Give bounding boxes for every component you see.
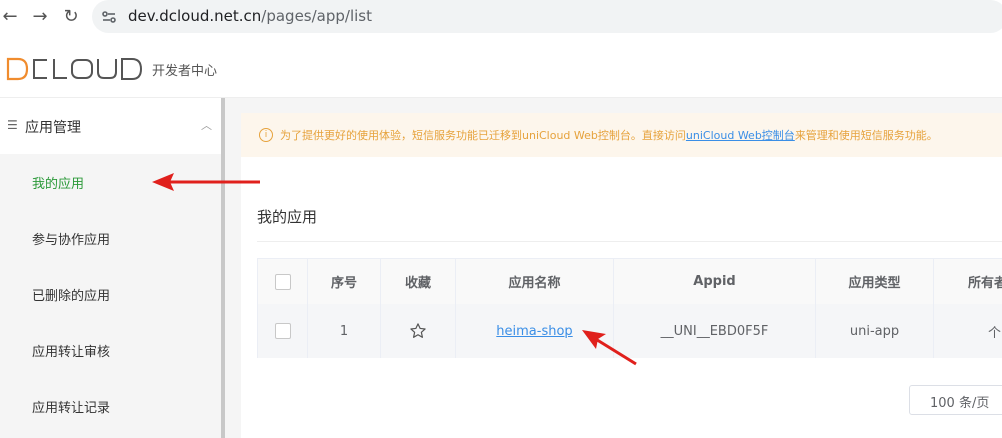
notice-text: 为了提供更好的使用体验，短信服务功能已迁移到uniCloud Web控制台。直接…	[280, 127, 938, 143]
sidebar-item-label: 应用转让审核	[32, 345, 111, 360]
sidebar-item-transfer-records[interactable]: 应用转让记录	[0, 378, 221, 434]
table-row: 1 heima-shop __UNI__EBD0F5F uni-app 个	[258, 304, 1002, 358]
reload-icon[interactable]: ↻	[61, 7, 81, 27]
apps-table: 序号 收藏 应用名称 Appid 应用类型 所有者 1 heima-shop _…	[257, 258, 1002, 358]
header-app-name: 应用名称	[456, 259, 614, 304]
row-checkbox[interactable]	[274, 323, 291, 339]
unicloud-console-link[interactable]: uniCloud Web控制台	[686, 129, 795, 142]
row-appid: __UNI__EBD0F5F	[614, 304, 816, 358]
row-owner: 个	[988, 325, 1002, 341]
sidebar-item-deleted-apps[interactable]: 已删除的应用	[0, 266, 221, 322]
sidebar-submenu: 我的应用 参与协作应用 已删除的应用 应用转让审核 应用转让记录	[0, 154, 221, 438]
forward-icon[interactable]: →	[30, 7, 50, 27]
back-icon[interactable]: ←	[0, 7, 20, 27]
site-info-icon[interactable]	[100, 8, 118, 26]
row-app-name-cell: heima-shop	[456, 304, 614, 358]
row-select-cell	[258, 304, 308, 358]
divider	[257, 241, 1002, 242]
header-owner: 所有者	[968, 276, 1002, 291]
sidebar-item-collab-apps[interactable]: 参与协作应用	[0, 210, 221, 266]
sidebar-item-label: 我的应用	[32, 177, 85, 192]
app-name-link[interactable]: heima-shop	[496, 324, 572, 339]
row-favorite-cell	[381, 304, 456, 358]
url-host: dev.dcloud.net.cn	[128, 7, 262, 25]
chevron-up-icon: ︿	[201, 119, 212, 132]
page-size-label: 100 条/页	[930, 396, 990, 411]
dcloud-logo[interactable]	[6, 57, 146, 81]
sidebar-item-my-apps[interactable]: 我的应用	[0, 154, 221, 210]
sidebar-group-app-management[interactable]: ☰ 应用管理 ︿	[0, 98, 221, 154]
row-app-type: uni-app	[816, 304, 934, 358]
sidebar-item-label: 应用转让记录	[32, 401, 111, 416]
table-header: 序号 收藏 应用名称 Appid 应用类型 所有者	[258, 259, 1002, 305]
page-title: 我的应用	[257, 208, 318, 226]
row-index: 1	[308, 304, 381, 358]
header-index: 序号	[308, 259, 381, 304]
url-text[interactable]: dev.dcloud.net.cn/pages/app/list	[128, 7, 372, 25]
sidebar-item-label: 参与协作应用	[32, 233, 111, 248]
sidebar: ☰ 应用管理 ︿ 我的应用 参与协作应用 已删除的应用 应用转让审核 应用转让记…	[0, 98, 222, 438]
header-favorite: 收藏	[381, 259, 456, 304]
sidebar-group-label: 应用管理	[25, 120, 81, 136]
header-app-type: 应用类型	[816, 259, 934, 304]
notice-text-after: 来管理和使用短信服务功能。	[794, 129, 938, 142]
header-select-all	[258, 259, 308, 304]
header-appid: Appid	[614, 259, 816, 304]
star-icon[interactable]	[409, 322, 427, 340]
select-all-checkbox[interactable]	[274, 273, 291, 290]
info-icon: i	[259, 128, 273, 142]
sidebar-item-transfer-review[interactable]: 应用转让审核	[0, 322, 221, 378]
browser-toolbar: ← → ↻ dev.dcloud.net.cn/pages/app/list	[0, 0, 1002, 34]
site-header: 开发者中心	[0, 37, 1002, 98]
page-size-select[interactable]: 100 条/页	[909, 385, 1002, 415]
url-path: /pages/app/list	[261, 7, 372, 25]
sidebar-item-label: 已删除的应用	[32, 289, 111, 304]
notice-text-before: 为了提供更好的使用体验，短信服务功能已迁移到uniCloud Web控制台。直接…	[280, 129, 686, 142]
list-icon: ☰	[7, 118, 18, 132]
header-subtitle: 开发者中心	[152, 64, 218, 79]
